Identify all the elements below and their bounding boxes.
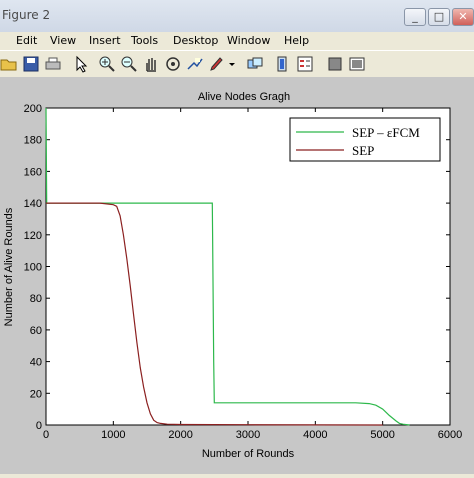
x-axis-label: Number of Rounds: [202, 448, 295, 460]
print-icon[interactable]: [44, 55, 62, 73]
y-tick-label: 40: [30, 357, 42, 369]
legend-label-0: SEP – εFCM: [352, 125, 420, 140]
legend: SEP – εFCM SEP: [289, 117, 441, 162]
y-tick-label: 20: [30, 388, 42, 400]
save-icon[interactable]: [22, 55, 40, 73]
zoom-out-icon[interactable]: [120, 55, 138, 73]
y-tick-label: 80: [30, 293, 42, 305]
menu-tools[interactable]: Tools: [131, 34, 158, 47]
x-tick-label: 6000: [438, 429, 462, 441]
y-axis-label: Number of Alive Rounds: [3, 207, 15, 326]
legend-label-1: SEP: [352, 143, 374, 158]
colorbar-icon[interactable]: [274, 55, 292, 73]
menu-window[interactable]: Window: [227, 34, 270, 47]
minimize-button[interactable]: _: [404, 8, 426, 26]
rotate-icon[interactable]: [164, 55, 182, 73]
x-tick-label: 3000: [236, 429, 260, 441]
toolbar: [0, 50, 474, 78]
y-tick-label: 100: [24, 262, 42, 274]
zoom-in-icon[interactable]: [98, 55, 116, 73]
menu-help[interactable]: Help: [284, 34, 309, 47]
x-tick-label: 0: [43, 429, 49, 441]
chevron-down-icon[interactable]: [227, 55, 237, 73]
chart-title: Alive Nodes Gragh: [198, 91, 290, 103]
menu-bar: Edit View Insert Tools Desktop Window He…: [0, 32, 474, 50]
menu-insert[interactable]: Insert: [89, 34, 121, 47]
hide-plot-tools-icon[interactable]: [326, 55, 344, 73]
menu-edit[interactable]: Edit: [16, 34, 37, 47]
y-tick-label: 180: [24, 135, 42, 147]
x-tick-label: 5000: [370, 429, 394, 441]
legend-icon[interactable]: [296, 55, 314, 73]
x-tick-label: 2000: [168, 429, 192, 441]
close-button[interactable]: ✕: [452, 8, 474, 26]
maximize-button[interactable]: □: [428, 8, 450, 26]
window-title: Figure 2: [2, 8, 51, 22]
y-tick-label: 160: [24, 166, 42, 178]
link-icon[interactable]: [246, 55, 264, 73]
menu-view[interactable]: View: [50, 34, 76, 47]
show-plot-tools-icon[interactable]: [348, 55, 366, 73]
brush-icon[interactable]: [208, 55, 226, 73]
y-tick-label: 120: [24, 230, 42, 242]
y-tick-label: 60: [30, 325, 42, 337]
chart: Alive Nodes Gragh Number of Rounds Numbe…: [3, 91, 462, 460]
y-tick-label: 0: [36, 420, 42, 432]
figure-area: Alive Nodes Gragh Number of Rounds Numbe…: [0, 77, 474, 474]
open-icon[interactable]: [0, 55, 18, 73]
x-tick-label: 4000: [303, 429, 327, 441]
y-tick-label: 140: [24, 198, 42, 210]
menu-desktop[interactable]: Desktop: [173, 34, 218, 47]
y-tick-label: 200: [24, 103, 42, 115]
title-bar: Figure 2 _ □ ✕: [0, 0, 474, 33]
pan-icon[interactable]: [142, 55, 160, 73]
data-cursor-icon[interactable]: [186, 55, 204, 73]
select-arrow-icon[interactable]: [72, 55, 90, 73]
x-tick-label: 1000: [101, 429, 125, 441]
